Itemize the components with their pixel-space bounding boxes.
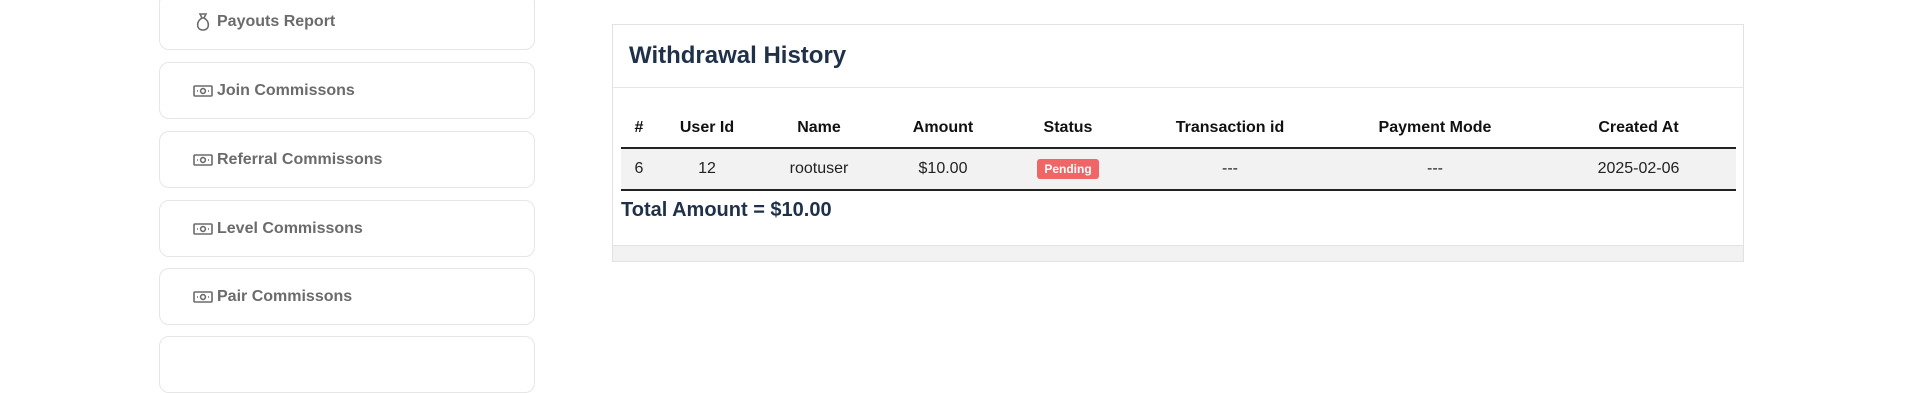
cell-amount: $10.00 bbox=[881, 148, 1005, 191]
card-footer bbox=[613, 245, 1743, 261]
sidebar-item-payouts-report[interactable]: Payouts Report bbox=[159, 0, 535, 50]
sidebar-item-next[interactable] bbox=[159, 336, 535, 393]
column-header-status: Status bbox=[1005, 109, 1131, 149]
cell-transaction-id: --- bbox=[1131, 148, 1329, 191]
sidebar-item-referral-commissons[interactable]: Referral Commissons bbox=[159, 131, 535, 188]
column-header-amount: Amount bbox=[881, 109, 1005, 149]
cash-icon bbox=[193, 287, 213, 307]
withdrawal-history-card: Withdrawal History # User Id Name Amount… bbox=[612, 24, 1744, 262]
column-header-user-id: User Id bbox=[657, 109, 757, 149]
cash-icon bbox=[193, 150, 213, 170]
column-header-name: Name bbox=[757, 109, 881, 149]
sidebar-item-level-commissons[interactable]: Level Commissons bbox=[159, 200, 535, 257]
sidebar-item-pair-commissons[interactable]: Pair Commissons bbox=[159, 268, 535, 325]
sidebar-item-label: Referral Commissons bbox=[217, 150, 383, 168]
column-header-created-at: Created At bbox=[1541, 109, 1736, 149]
cell-name: rootuser bbox=[757, 148, 881, 191]
total-amount: Total Amount = $10.00 bbox=[621, 199, 832, 221]
cell-payment-mode: --- bbox=[1329, 148, 1541, 191]
cash-icon bbox=[193, 81, 213, 101]
sidebar-item-label: Join Commissons bbox=[217, 81, 355, 99]
page-title: Withdrawal History bbox=[629, 42, 847, 69]
status-badge: Pending bbox=[1037, 159, 1099, 179]
sidebar-item-label: Pair Commissons bbox=[217, 287, 353, 305]
card-header: Withdrawal History bbox=[613, 25, 1743, 88]
sidebar-item-join-commissons[interactable]: Join Commissons bbox=[159, 62, 535, 119]
cell-user-id: 12 bbox=[657, 148, 757, 191]
sidebar-item-label: Level Commissons bbox=[217, 219, 363, 237]
cell-status: Pending bbox=[1005, 148, 1131, 191]
cell-created-at: 2025-02-06 bbox=[1541, 148, 1736, 191]
cash-icon bbox=[193, 219, 213, 239]
column-header-payment-mode: Payment Mode bbox=[1329, 109, 1541, 149]
cell-index: 6 bbox=[621, 148, 657, 191]
money-bag-icon bbox=[193, 12, 213, 32]
withdrawal-table: # User Id Name Amount Status Transaction… bbox=[621, 109, 1736, 191]
sidebar-item-label: Payouts Report bbox=[217, 12, 336, 30]
table-header-row: # User Id Name Amount Status Transaction… bbox=[621, 109, 1736, 149]
table-row: 6 12 rootuser $10.00 Pending --- --- 202… bbox=[621, 148, 1736, 191]
column-header-transaction-id: Transaction id bbox=[1131, 109, 1329, 149]
column-header-index: # bbox=[621, 109, 657, 149]
